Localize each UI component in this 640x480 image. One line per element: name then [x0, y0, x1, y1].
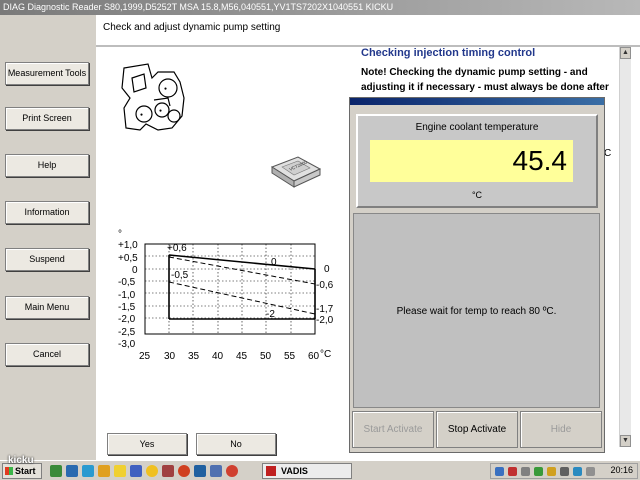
svg-text:●: ● [164, 86, 167, 92]
tray-icon[interactable] [508, 467, 517, 476]
y-unit-label: ° [118, 229, 122, 240]
x-tick: 35 [188, 351, 200, 362]
x-tick: 25 [139, 351, 151, 362]
y-tick: -2,0 [118, 314, 136, 325]
gauge-value: 45.4 [370, 140, 573, 182]
quicklaunch-icon[interactable] [162, 465, 174, 477]
graph-annotation: 0 [324, 264, 330, 275]
gauge-title: Engine coolant temperature [415, 122, 539, 133]
quicklaunch-icon[interactable] [146, 465, 158, 477]
quicklaunch-icon[interactable] [114, 465, 126, 477]
tray-icon[interactable] [534, 467, 543, 476]
tray-icon[interactable] [521, 467, 530, 476]
cancel-button[interactable]: Cancel [5, 343, 89, 366]
x-tick: 50 [260, 351, 272, 362]
y-tick: +1,0 [118, 240, 138, 251]
yes-button[interactable]: Yes [107, 433, 187, 455]
graph-annotation: +0,6 [167, 243, 187, 254]
sidebar: Measurement Tools Print Screen Help Info… [0, 15, 96, 460]
quicklaunch-icon[interactable] [98, 465, 110, 477]
graph-annotation: -2,0 [316, 315, 334, 326]
taskbar: Start VADIS 20:16 [0, 460, 640, 480]
quicklaunch-icon[interactable] [82, 465, 94, 477]
windows-logo-icon [5, 467, 13, 475]
window-title-bar: DIAG Diagnostic Reader S80,1999,D5252T M… [0, 0, 640, 15]
y-tick: -0,5 [118, 277, 136, 288]
message-area: Please wait for temp to reach 80 ºC. [353, 213, 600, 408]
engine-diagram: ● ● ● [121, 63, 185, 131]
x-tick: 60 [308, 351, 320, 362]
no-button[interactable]: No [196, 433, 276, 455]
graph-annotation: -2 [266, 309, 275, 320]
main-menu-button[interactable]: Main Menu [5, 296, 89, 319]
wait-message: Please wait for temp to reach 80 ºC. [396, 306, 557, 317]
tray-icon[interactable] [495, 467, 504, 476]
watermark-text: kicku [8, 455, 34, 466]
information-button[interactable]: Information [5, 201, 89, 224]
unit-fragment: C [604, 148, 612, 159]
tray-icon[interactable] [547, 467, 556, 476]
quicklaunch-icon[interactable] [194, 465, 206, 477]
start-label: Start [15, 466, 36, 476]
activation-dialog: Engine coolant temperature 45.4 °C Pleas… [349, 97, 605, 453]
dialog-title-bar[interactable] [350, 98, 604, 105]
y-tick: -3,0 [118, 339, 136, 350]
coolant-temperature-gauge: Engine coolant temperature 45.4 °C [356, 114, 598, 208]
x-tick: 30 [164, 351, 176, 362]
x-tick: 45 [236, 351, 248, 362]
quicklaunch-icon[interactable] [50, 465, 62, 477]
vadis-icon [266, 466, 276, 476]
y-tick: -1,5 [118, 302, 136, 313]
quicklaunch-icon[interactable] [66, 465, 78, 477]
quicklaunch-icon[interactable] [210, 465, 222, 477]
tray-icon[interactable] [573, 467, 582, 476]
quicklaunch-icon[interactable] [226, 465, 238, 477]
graph-annotation: -1,7 [316, 304, 334, 315]
y-tick: -1,0 [118, 290, 136, 301]
help-button[interactable]: Help [5, 154, 89, 177]
measurement-tools-button[interactable]: Measurement Tools [5, 62, 89, 85]
system-tray: 20:16 [490, 463, 638, 479]
y-tick: -2,5 [118, 327, 136, 338]
quicklaunch-icon[interactable] [178, 465, 190, 477]
graph-annotation: -0,6 [316, 280, 334, 291]
quicklaunch-icon[interactable] [130, 465, 142, 477]
tray-icon[interactable] [560, 467, 569, 476]
info-heading: Checking injection timing control [361, 47, 536, 59]
hide-button[interactable]: Hide [520, 411, 602, 448]
suspend-button[interactable]: Suspend [5, 248, 89, 271]
print-screen-button[interactable]: Print Screen [5, 107, 89, 130]
y-tick: +0,5 [118, 253, 138, 264]
stop-activate-button[interactable]: Stop Activate [436, 411, 518, 448]
y-tick: 0 [132, 265, 138, 276]
scroll-down-icon[interactable]: ▼ [620, 435, 631, 447]
taskbar-item-vadis[interactable]: VADIS [262, 463, 352, 479]
svg-text:●: ● [159, 108, 162, 114]
tray-icon[interactable] [586, 467, 595, 476]
vct2000-module-image: VCT2000 [270, 156, 322, 188]
graph-annotation: -0,5 [171, 270, 189, 281]
svg-text:●: ● [140, 112, 143, 118]
task-label: VADIS [281, 466, 308, 476]
scroll-up-icon[interactable]: ▲ [620, 47, 631, 59]
x-tick: 55 [284, 351, 296, 362]
graph-annotation: 0 [271, 257, 277, 268]
start-activate-button[interactable]: Start Activate [352, 411, 434, 448]
gauge-unit: °C [471, 190, 483, 200]
x-tick: 40 [212, 351, 224, 362]
pump-setting-graph: ° +1,0 +0,5 0 -0,5 -1,0 -1,5 -2,0 -2,5 -… [118, 229, 334, 362]
x-unit-label: °C [320, 349, 331, 360]
clock: 20:16 [610, 465, 633, 475]
page-title: Check and adjust dynamic pump setting [96, 15, 640, 47]
